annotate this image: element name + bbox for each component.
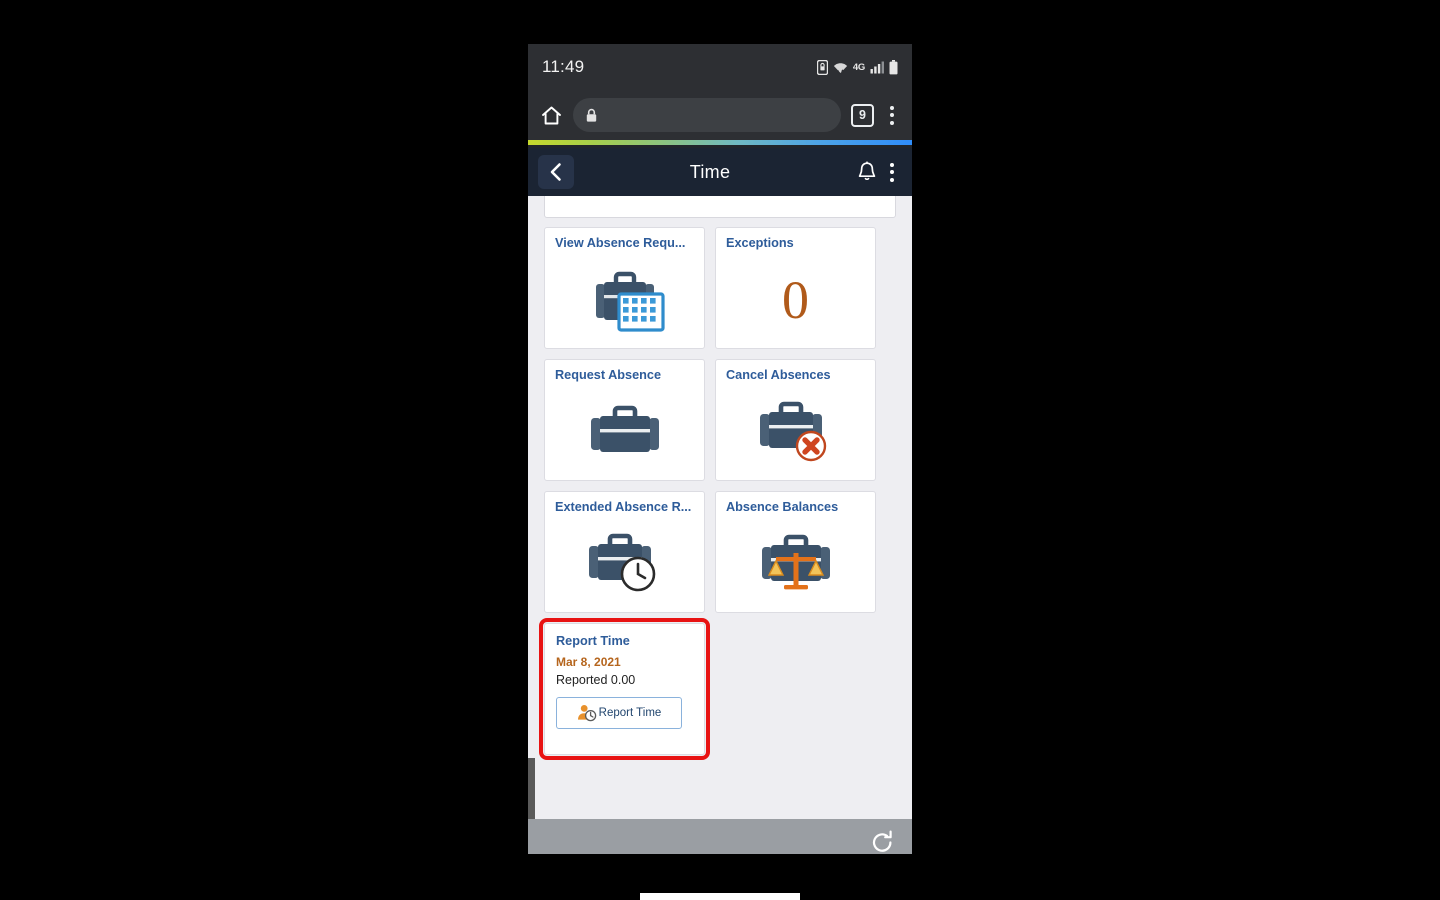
tile-title: Absence Balances [726,500,839,514]
status-bar-icons: 4G [816,59,898,75]
tile-title: Request Absence [555,368,661,382]
tile-view-absence-requests[interactable]: View Absence Requ... [544,227,705,349]
tile-title: Extended Absence R... [555,500,692,514]
app-header: Time [528,148,912,196]
address-bar[interactable] [573,98,841,132]
home-icon[interactable] [540,104,563,127]
person-clock-icon [577,705,596,722]
notifications-button[interactable] [850,161,884,183]
tile-absence-balances[interactable]: Absence Balances [715,491,876,613]
tile-title: Exceptions [726,236,794,250]
app-overflow-menu-icon[interactable] [884,159,902,186]
tile-grid: View Absence Requ... Exceptions 0 Reques… [539,227,896,760]
browser-bottom-bar [528,819,912,854]
wifi-icon [833,62,848,75]
tile-scroll-area[interactable]: Estimated Gross0 View Absence Requ... [528,196,912,819]
tile-estimated-gross[interactable]: Estimated Gross0 [544,196,896,218]
header-back-button[interactable] [538,155,574,189]
status-bar: 11:49 4G [528,44,912,90]
screenshot-root: 11:49 4G 9 Time View Absence Requ... Exc… [0,0,1440,900]
tile-title: View Absence Requ... [555,236,686,250]
browser-toolbar: 9 [528,90,912,140]
screen-bottom-stub [640,893,800,900]
tab-counter-button[interactable]: 9 [851,103,874,127]
report-time-reported: Reported 0.00 [556,673,636,687]
briefcase-cancel-icon [716,390,875,474]
briefcase-icon [545,390,704,474]
tile-request-absence[interactable]: Request Absence [544,359,705,481]
network-4g-icon: 4G [852,61,865,73]
signal-bars-icon [870,61,884,74]
tile-report-time[interactable]: Report Time Mar 8, 2021 Reported 0.00 Re… [539,618,710,760]
notification-bell-icon [858,161,876,180]
screen-lock-icon [816,59,828,75]
battery-icon [889,59,898,74]
back-chevron-icon [550,163,561,181]
tile-cancel-absences[interactable]: Cancel Absences [715,359,876,481]
report-time-date: Mar 8, 2021 [556,655,621,669]
lock-icon [586,108,597,122]
exceptions-count: 0 [716,258,875,342]
status-bar-clock: 11:49 [542,57,585,76]
tile-container: Estimated Gross0 View Absence Requ... [528,196,912,760]
briefcase-scales-icon [716,522,875,606]
briefcase-calendar-icon [545,258,704,342]
exceptions-count-value: 0 [782,270,809,330]
tile-exceptions[interactable]: Exceptions 0 [715,227,876,349]
browser-overflow-menu-icon[interactable] [884,102,900,129]
tile-extended-absence-requests[interactable]: Extended Absence R... [544,491,705,613]
scrollbar[interactable] [528,758,535,819]
report-time-button-label: Report Time [598,707,662,719]
report-time-button[interactable]: Report Time [556,697,682,729]
page-title: Time [689,161,731,182]
briefcase-clock-icon [545,522,704,606]
phone-screen: 11:49 4G 9 Time View Absence Requ... Exc… [528,44,912,854]
tile-title: Cancel Absences [726,368,831,382]
report-time-title: Report Time [556,634,630,648]
refresh-icon[interactable] [869,829,896,855]
